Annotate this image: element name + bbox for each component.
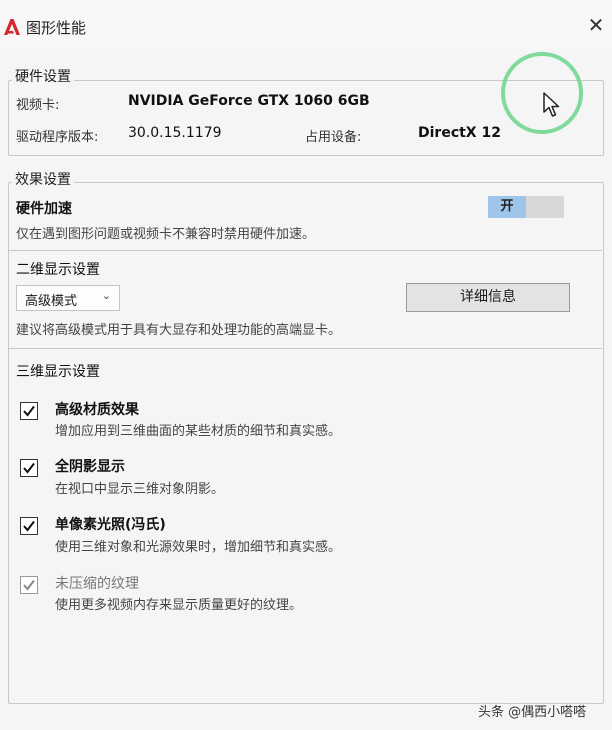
hardware-acceleration-title: 硬件加速 xyxy=(16,201,72,217)
title-bar: 图形性能 ✕ xyxy=(0,0,612,50)
checkmark-icon xyxy=(23,462,35,474)
full-shadow-desc: 在视口中显示三维对象阴影。 xyxy=(55,482,225,497)
click-highlight-ring xyxy=(501,52,583,134)
watermark-text: 头条 @偶西小嗒嗒 xyxy=(478,705,587,720)
display-2d-mode-select[interactable]: 高级模式 ⌄ xyxy=(16,285,120,311)
driver-version-label: 驱动程序版本: xyxy=(16,130,99,145)
close-button[interactable]: ✕ xyxy=(585,14,607,36)
section-divider xyxy=(8,250,602,251)
per-pixel-lighting-checkbox[interactable] xyxy=(20,517,38,535)
gpu-value: NVIDIA GeForce GTX 1060 6GB xyxy=(128,93,370,109)
toggle-on-label[interactable]: 开 xyxy=(488,196,526,218)
checkmark-icon xyxy=(23,520,35,532)
device-label: 占用设备: xyxy=(305,130,362,145)
uncompressed-texture-desc: 使用更多视频内存来显示质量更好的纹理。 xyxy=(55,598,303,613)
hardware-acceleration-desc: 仅在遇到图形问题或视频卡不兼容时禁用硬件加速。 xyxy=(16,227,316,242)
checkmark-icon xyxy=(23,579,35,591)
display-2d-desc: 建议将高级模式用于具有大显存和处理功能的高端显卡。 xyxy=(16,323,342,338)
advanced-material-checkbox[interactable] xyxy=(20,402,38,420)
details-button[interactable]: 详细信息 xyxy=(406,283,570,312)
display-2d-mode-value[interactable]: 高级模式 xyxy=(25,290,77,309)
chevron-down-icon[interactable]: ⌄ xyxy=(102,289,111,302)
close-icon[interactable]: ✕ xyxy=(588,13,605,37)
advanced-material-title: 高级材质效果 xyxy=(55,402,139,418)
checkmark-icon xyxy=(23,405,35,417)
display-3d-title: 三维显示设置 xyxy=(16,364,100,380)
driver-version-value: 30.0.15.1179 xyxy=(128,125,222,141)
uncompressed-texture-checkbox[interactable] xyxy=(20,576,38,594)
window-title: 图形性能 xyxy=(26,19,87,37)
section-divider xyxy=(8,348,602,349)
hardware-acceleration-toggle[interactable]: 开 xyxy=(488,196,564,218)
mouse-cursor-icon xyxy=(543,92,560,117)
display-2d-title: 二维显示设置 xyxy=(16,262,100,278)
gpu-label: 视频卡: xyxy=(16,98,60,113)
uncompressed-texture-title: 未压缩的纹理 xyxy=(55,576,139,592)
hardware-settings-legend: 硬件设置 xyxy=(12,66,74,86)
full-shadow-checkbox[interactable] xyxy=(20,459,38,477)
graphics-performance-dialog: 图形性能 ✕ 硬件设置 视频卡: NVIDIA GeForce GTX 1060… xyxy=(0,0,612,730)
per-pixel-lighting-title: 单像素光照(冯氏) xyxy=(55,517,166,533)
effects-settings-legend: 效果设置 xyxy=(12,169,74,189)
device-value: DirectX 12 xyxy=(418,125,501,141)
autocad-logo-icon xyxy=(4,19,20,35)
per-pixel-lighting-desc: 使用三维对象和光源效果时，增加细节和真实感。 xyxy=(55,540,342,555)
full-shadow-title: 全阴影显示 xyxy=(55,459,125,475)
advanced-material-desc: 增加应用到三维曲面的某些材质的细节和真实感。 xyxy=(55,424,342,439)
